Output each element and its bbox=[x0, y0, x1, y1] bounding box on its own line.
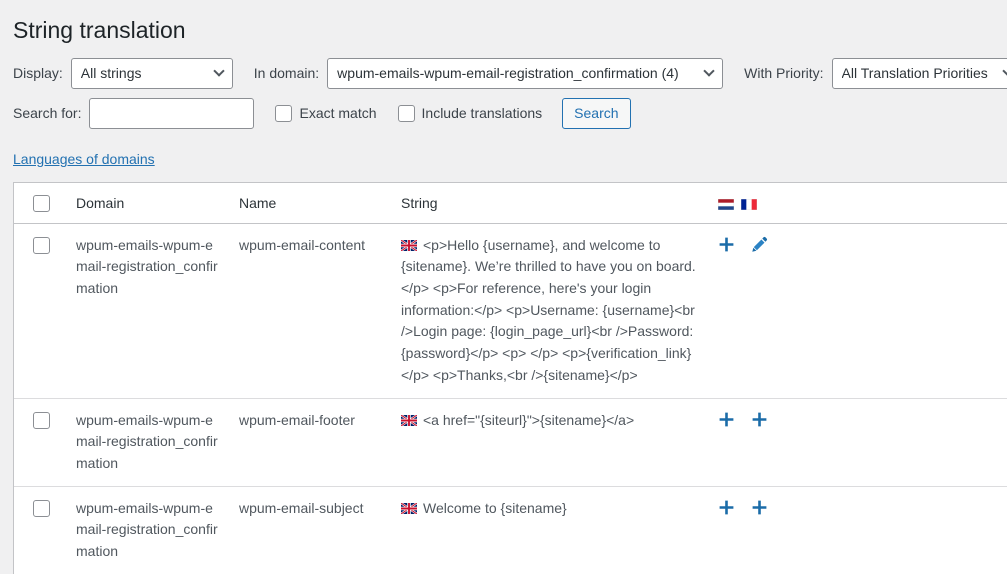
strings-table-container: Domain Name String wpum-emails-wpum-emai… bbox=[13, 181, 1007, 574]
string-text: Welcome to {sitename} bbox=[423, 499, 567, 516]
cell-actions bbox=[708, 223, 1007, 399]
cell-domain: wpum-emails-wpum-email-registration_conf… bbox=[66, 398, 229, 487]
gb-flag-icon bbox=[400, 411, 418, 427]
gb-flag-icon bbox=[400, 236, 418, 252]
cell-name: wpum-email-subject bbox=[239, 499, 364, 516]
action-icons bbox=[718, 410, 998, 428]
column-header-string[interactable]: String bbox=[391, 182, 708, 224]
domain-label: In domain: bbox=[253, 65, 320, 82]
include-translations-checkbox[interactable] bbox=[397, 104, 415, 122]
table-body: wpum-emails-wpum-email-registration_conf… bbox=[14, 223, 1007, 573]
table-head: Domain Name String bbox=[14, 182, 1007, 224]
cell-domain: wpum-emails-wpum-email-registration_conf… bbox=[76, 499, 218, 559]
cell-domain: wpum-emails-wpum-email-registration_conf… bbox=[66, 223, 229, 399]
strings-table: Domain Name String wpum-emails-wpum-emai… bbox=[14, 182, 1007, 574]
exact-match-checkbox[interactable] bbox=[275, 104, 293, 122]
plus-icon[interactable] bbox=[718, 411, 735, 428]
include-translations-group: Include translations bbox=[397, 104, 543, 122]
search-for-label: Search for: bbox=[13, 105, 82, 122]
row-select-checkbox[interactable] bbox=[33, 500, 50, 518]
filter-row-search: Search for: Exact match Include translat… bbox=[13, 97, 994, 129]
display-select[interactable]: All strings bbox=[70, 57, 233, 89]
plus-icon[interactable] bbox=[751, 411, 768, 428]
plus-icon[interactable] bbox=[718, 236, 735, 253]
string-text: <p>Hello {username}, and welcome to {sit… bbox=[401, 236, 696, 383]
display-select-wrap: All strings bbox=[70, 57, 233, 89]
priority-label: With Priority: bbox=[744, 65, 824, 82]
exact-match-label: Exact match bbox=[299, 105, 377, 122]
table-row: wpum-emails-wpum-email-registration_conf… bbox=[14, 398, 1007, 487]
action-icons bbox=[718, 498, 998, 516]
search-button[interactable]: Search bbox=[562, 97, 631, 129]
row-select-checkbox[interactable] bbox=[33, 237, 50, 255]
column-header-domain[interactable]: Domain bbox=[66, 182, 229, 224]
plus-icon[interactable] bbox=[751, 499, 768, 516]
string-text: <a href="{siteurl}">{sitename}</a> bbox=[423, 411, 635, 428]
cell-string: <a href="{siteurl}">{sitename}</a> bbox=[391, 398, 708, 487]
priority-select-wrap: All Translation Priorities bbox=[831, 57, 1007, 89]
cell-name: wpum-email-footer bbox=[229, 398, 391, 487]
row-select-checkbox[interactable] bbox=[33, 412, 50, 430]
search-input[interactable] bbox=[89, 97, 255, 129]
cell-actions bbox=[708, 486, 1007, 574]
cell-name: wpum-email-content bbox=[229, 223, 391, 399]
row-select-cell bbox=[14, 398, 66, 487]
column-header-languages bbox=[708, 182, 1007, 224]
language-flags bbox=[717, 197, 998, 211]
fr-flag-icon bbox=[740, 197, 758, 211]
row-select-cell bbox=[14, 486, 66, 574]
display-label: Display: bbox=[13, 65, 63, 82]
action-icons bbox=[718, 235, 998, 253]
row-select-cell bbox=[14, 223, 66, 399]
include-translations-label: Include translations bbox=[421, 105, 543, 122]
plus-icon[interactable] bbox=[718, 499, 735, 516]
table-row: wpum-emails-wpum-email-registration_conf… bbox=[14, 223, 1007, 399]
cell-actions bbox=[708, 398, 1007, 487]
string-translation-page: String translation Display: All strings … bbox=[0, 0, 1007, 574]
cell-string: Welcome to {sitename} bbox=[391, 486, 708, 574]
nl-flag-icon bbox=[717, 197, 735, 211]
table-row: wpum-emails-wpum-email-registration_conf… bbox=[14, 486, 1007, 574]
languages-of-domains-link[interactable]: Languages of domains bbox=[13, 151, 155, 167]
page-title: String translation bbox=[13, 17, 186, 43]
column-header-name[interactable]: Name bbox=[229, 182, 391, 224]
domain-select-wrap: wpum-emails-wpum-email-registration_conf… bbox=[327, 57, 724, 89]
select-all-cell bbox=[14, 182, 66, 224]
filter-row-primary: Display: All strings In domain: wpum-ema… bbox=[13, 57, 1007, 89]
domain-select[interactable]: wpum-emails-wpum-email-registration_conf… bbox=[327, 57, 724, 89]
pencil-icon[interactable] bbox=[751, 236, 768, 253]
exact-match-group: Exact match bbox=[275, 104, 377, 122]
gb-flag-icon bbox=[400, 499, 418, 515]
cell-string: <p>Hello {username}, and welcome to {sit… bbox=[391, 223, 708, 399]
priority-select[interactable]: All Translation Priorities bbox=[831, 57, 1007, 89]
table-header-row: Domain Name String bbox=[14, 182, 1007, 224]
select-all-checkbox[interactable] bbox=[33, 194, 50, 212]
